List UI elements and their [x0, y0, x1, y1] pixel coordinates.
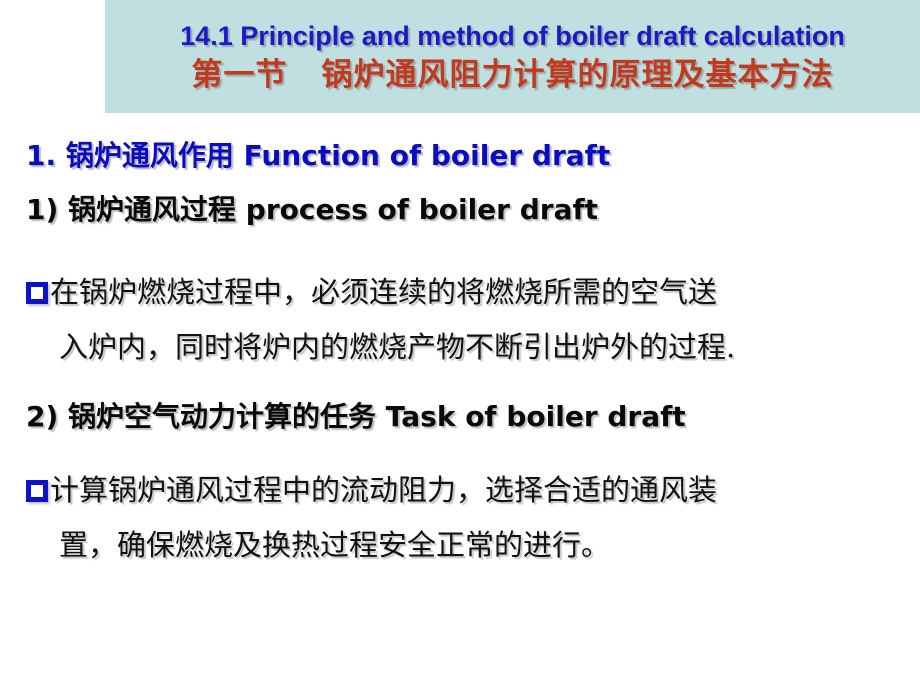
- bullet-text: 在锅炉燃烧过程中，必须连续的将燃烧所需的空气送: [50, 275, 718, 309]
- bullet-line: 计算锅炉通风过程中的流动阻力，选择合适的通风装: [26, 463, 910, 518]
- title-chinese-prefix: 第一节: [191, 57, 288, 93]
- title-chinese-main: 锅炉通风阻力计算的原理及基本方法: [321, 57, 834, 93]
- bullet-text: 计算锅炉通风过程中的流动阻力，选择合适的通风装: [50, 473, 718, 507]
- bullet-block-task: 计算锅炉通风过程中的流动阻力，选择合适的通风装 置，确保燃烧及换热过程安全正常的…: [26, 463, 910, 573]
- bullet-line-continuation: 置，确保燃烧及换热过程安全正常的进行。: [26, 518, 910, 573]
- bullet-line-continuation: 入炉内，同时将炉内的燃烧产物不断引出炉外的过程.: [26, 320, 910, 375]
- bullet-text: 置，确保燃烧及换热过程安全正常的进行。: [59, 528, 611, 562]
- bullet-line: 在锅炉燃烧过程中，必须连续的将燃烧所需的空气送: [26, 265, 910, 320]
- title-chinese: 第一节 锅炉通风阻力计算的原理及基本方法: [105, 55, 920, 95]
- heading-task-of-boiler-draft: 2) 锅炉空气动力计算的任务 Task of boiler draft: [26, 400, 686, 433]
- title-english: 14.1 Principle and method of boiler draf…: [180, 21, 845, 51]
- bullet-block-process: 在锅炉燃烧过程中，必须连续的将燃烧所需的空气送 入炉内，同时将炉内的燃烧产物不断…: [26, 265, 910, 375]
- slide-canvas: 14.1 Principle and method of boiler draf…: [0, 0, 920, 690]
- hollow-square-bullet-icon: [26, 480, 48, 502]
- bullet-text: 入炉内，同时将炉内的燃烧产物不断引出炉外的过程.: [59, 330, 736, 364]
- heading-process-of-boiler-draft: 1) 锅炉通风过程 process of boiler draft: [26, 193, 599, 226]
- hollow-square-bullet-icon: [26, 282, 48, 304]
- body-content: 1. 锅炉通风作用 Function of boiler draft 1) 锅炉…: [0, 113, 920, 690]
- title-banner: 14.1 Principle and method of boiler draf…: [105, 0, 920, 113]
- heading-function-of-boiler-draft: 1. 锅炉通风作用 Function of boiler draft: [26, 139, 611, 172]
